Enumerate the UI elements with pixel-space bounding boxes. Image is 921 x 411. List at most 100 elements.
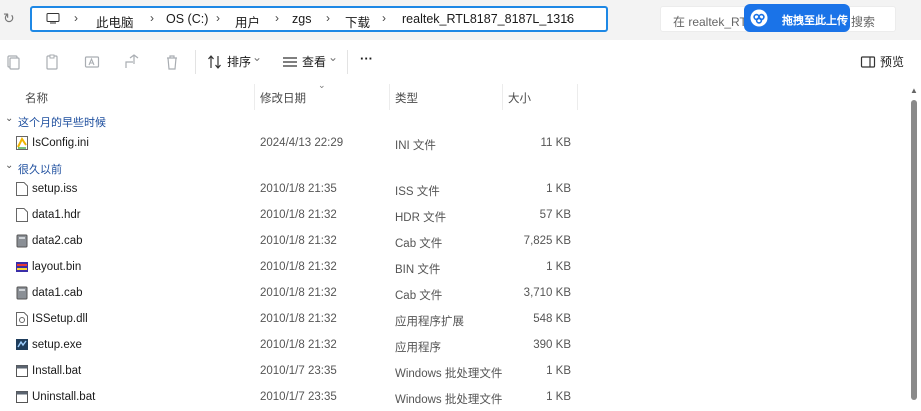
file-name[interactable]: data1.cab (32, 287, 83, 299)
this-pc-icon[interactable] (46, 13, 60, 24)
file-name[interactable]: setup.exe (32, 339, 82, 351)
file-size: 1 KB (546, 391, 571, 403)
cut-icon[interactable] (5, 54, 21, 70)
group-label: 这个月的早些时候 (18, 117, 106, 129)
sort-icon[interactable] (207, 54, 223, 70)
file-size: 1 KB (546, 261, 571, 273)
breadcrumb-downloads[interactable]: 下载 (345, 12, 370, 31)
rename-icon[interactable] (84, 54, 100, 70)
refresh-icon[interactable]: ↻ (3, 10, 19, 26)
group-header-this-month[interactable]: ⌄ 这个月的早些时候 (0, 110, 900, 132)
exe-file-icon (16, 339, 28, 350)
vertical-scrollbar[interactable]: ▲ (907, 84, 921, 400)
drag-upload-overlay[interactable]: 拖拽至此上传 (744, 4, 850, 32)
scrollbar-thumb[interactable] (911, 100, 917, 400)
file-row[interactable]: IsConfig.ini 2024/4/13 22:29 INI 文件 11 K… (0, 131, 900, 157)
file-icon (16, 182, 28, 196)
file-row[interactable]: data1.hdr 2010/1/8 21:32 HDR 文件 57 KB (0, 203, 900, 229)
file-name[interactable]: layout.bin (32, 261, 81, 273)
hex-bin-file-icon (16, 262, 28, 272)
file-name[interactable]: setup.iss (32, 183, 77, 195)
file-date: 2010/1/8 21:32 (260, 339, 337, 351)
file-date: 2010/1/8 21:32 (260, 287, 337, 299)
preview-button[interactable]: 预览 (880, 53, 904, 71)
breadcrumb-separator[interactable]: › (275, 11, 279, 25)
file-date: 2010/1/8 21:35 (260, 183, 337, 195)
file-row[interactable]: Uninstall.bat 2010/1/7 23:35 Windows 批处理… (0, 385, 900, 411)
breadcrumb-current-folder[interactable]: realtek_RTL8187_8187L_1316 (402, 12, 574, 26)
cab-file-icon (16, 234, 28, 248)
column-header-type[interactable]: 类型 (395, 90, 418, 106)
search-placeholder-suffix: 搜索 (851, 15, 876, 29)
breadcrumb-separator[interactable]: › (150, 11, 154, 25)
file-date: 2010/1/8 21:32 (260, 235, 337, 247)
column-header-row: 名称 ⌄ 修改日期 类型 大小 (0, 80, 921, 110)
chevron-down-icon[interactable]: ⌄ (5, 113, 13, 124)
file-date: 2010/1/8 21:32 (260, 209, 337, 221)
file-size: 548 KB (533, 313, 571, 325)
breadcrumb-separator[interactable]: › (566, 11, 570, 25)
view-button[interactable]: 查看 (302, 53, 326, 71)
sort-button[interactable]: 排序 (227, 53, 251, 71)
file-type: Cab 文件 (395, 290, 443, 302)
file-row[interactable]: data2.cab 2010/1/8 21:32 Cab 文件 7,825 KB (0, 229, 900, 255)
file-size: 1 KB (546, 365, 571, 377)
file-size: 7,825 KB (523, 235, 571, 247)
cloud-upload-icon (750, 9, 768, 27)
breadcrumb-zgs[interactable]: zgs (292, 12, 311, 26)
file-type: 应用程序 (395, 342, 441, 354)
column-divider[interactable] (502, 84, 503, 110)
chevron-down-icon[interactable]: ⌄ (5, 160, 13, 171)
breadcrumb-os-c[interactable]: OS (C:) (166, 12, 208, 26)
file-name[interactable]: data2.cab (32, 235, 83, 247)
copy-icon[interactable] (44, 54, 60, 70)
file-type: Windows 批处理文件 (395, 394, 503, 406)
breadcrumb-separator[interactable]: › (216, 11, 220, 25)
file-row[interactable]: setup.exe 2010/1/8 21:32 应用程序 390 KB (0, 333, 900, 359)
chevron-down-icon[interactable]: ⌄ (252, 50, 262, 68)
command-bar: 排序 ⌄ 查看 ⌄ ··· 预览 (0, 40, 921, 84)
file-name[interactable]: data1.hdr (32, 209, 81, 221)
column-header-date[interactable]: 修改日期 (260, 90, 306, 106)
address-bar-row: ↻ › 此电脑 › OS (C:) › 用户 › zgs › 下载 › real… (0, 0, 921, 40)
scroll-up-arrow-icon[interactable]: ▲ (910, 86, 918, 95)
file-date: 2010/1/7 23:35 (260, 391, 337, 403)
breadcrumb[interactable]: › 此电脑 › OS (C:) › 用户 › zgs › 下载 › realte… (30, 6, 608, 32)
file-type: 应用程序扩展 (395, 316, 464, 328)
bat-file-icon (16, 365, 28, 377)
file-row[interactable]: data1.cab 2010/1/8 21:32 Cab 文件 3,710 KB (0, 281, 900, 307)
group-header-long-ago[interactable]: ⌄ 很久以前 (0, 157, 900, 179)
preview-pane-icon[interactable] (860, 54, 876, 70)
sort-indicator-icon: ⌄ (318, 80, 326, 90)
column-divider[interactable] (254, 84, 255, 110)
file-name[interactable]: IsConfig.ini (32, 137, 89, 149)
file-type: Cab 文件 (395, 238, 443, 250)
file-row[interactable]: layout.bin 2010/1/8 21:32 BIN 文件 1 KB (0, 255, 900, 281)
file-type: ISS 文件 (395, 186, 440, 198)
column-divider[interactable] (389, 84, 390, 110)
breadcrumb-users[interactable]: 用户 (235, 12, 260, 31)
drag-upload-label: 拖拽至此上传 (782, 15, 848, 27)
chevron-down-icon[interactable]: ⌄ (328, 50, 338, 68)
file-type: BIN 文件 (395, 264, 441, 276)
file-size: 11 KB (540, 137, 571, 149)
dll-file-icon (16, 312, 28, 326)
share-icon[interactable] (124, 54, 140, 70)
file-type: Windows 批处理文件 (395, 368, 503, 380)
file-name[interactable]: ISSetup.dll (32, 313, 88, 325)
file-name[interactable]: Uninstall.bat (32, 391, 95, 403)
delete-icon[interactable] (164, 54, 180, 70)
breadcrumb-separator[interactable]: › (326, 11, 330, 25)
view-icon[interactable] (282, 54, 298, 70)
file-row[interactable]: Install.bat 2010/1/7 23:35 Windows 批处理文件… (0, 359, 900, 385)
file-row[interactable]: ISSetup.dll 2010/1/8 21:32 应用程序扩展 548 KB (0, 307, 900, 333)
column-divider[interactable] (577, 84, 578, 110)
breadcrumb-separator[interactable]: › (382, 11, 386, 25)
column-header-name[interactable]: 名称 (25, 90, 48, 106)
breadcrumb-separator[interactable]: › (74, 11, 78, 25)
file-name[interactable]: Install.bat (32, 365, 81, 377)
column-header-size[interactable]: 大小 (508, 90, 531, 106)
more-options-button[interactable]: ··· (360, 51, 373, 69)
breadcrumb-this-pc[interactable]: 此电脑 (96, 12, 134, 31)
file-row[interactable]: setup.iss 2010/1/8 21:35 ISS 文件 1 KB (0, 177, 900, 203)
